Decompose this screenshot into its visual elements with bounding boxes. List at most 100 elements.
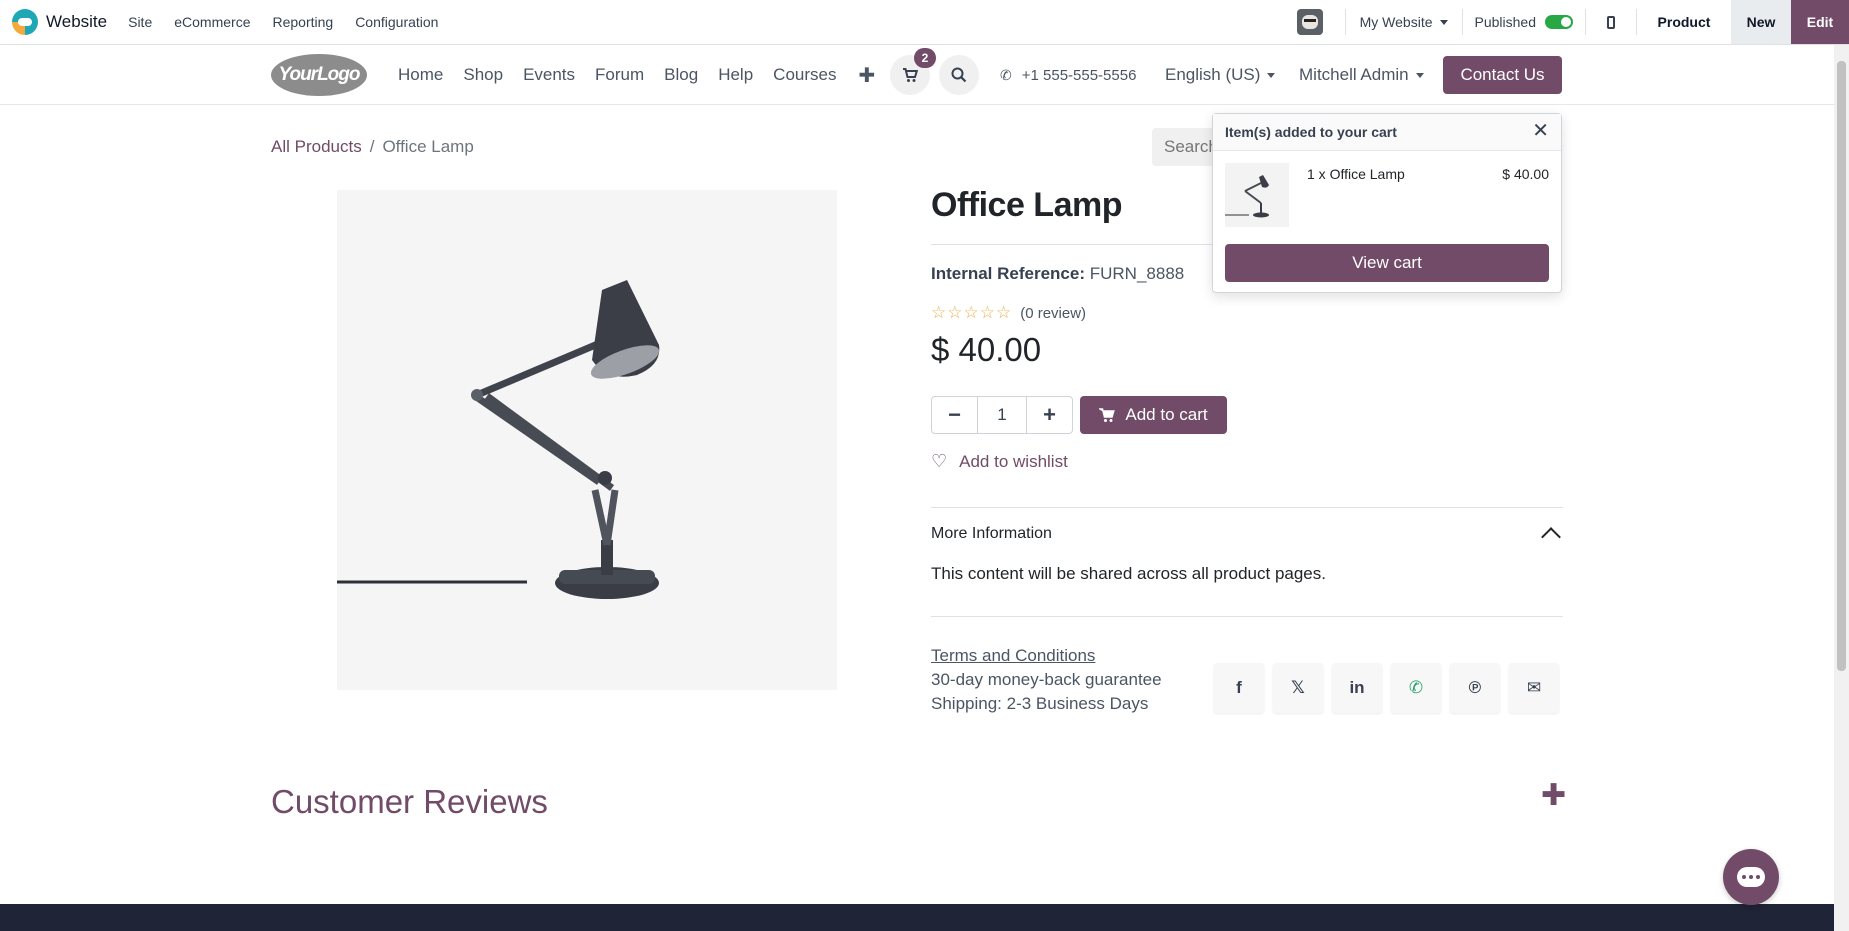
decrease-quantity-button[interactable]: − (932, 397, 977, 433)
increase-quantity-button[interactable]: + (1027, 397, 1072, 433)
website-switcher[interactable]: My Website (1346, 14, 1462, 30)
internal-reference: Internal Reference: FURN_8888 (931, 264, 1184, 284)
view-cart-button[interactable]: View cart (1225, 244, 1549, 282)
caret-down-icon (1267, 72, 1276, 78)
user-avatar-icon[interactable] (1296, 9, 1323, 35)
product-price: $ 40.00 (931, 331, 1042, 368)
website-switcher-label: My Website (1359, 14, 1433, 30)
nav-phone[interactable]: ✆ +1 555-555-5556 (1000, 45, 1136, 105)
new-button[interactable]: New (1731, 0, 1791, 44)
website-navbar: YourLogo Home Shop Events Forum Blog Hel… (0, 45, 1834, 105)
search-button[interactable] (939, 55, 979, 95)
cart-added-popover: Item(s) added to your cart ✕ 1 x Office … (1212, 113, 1562, 293)
cart-icon (1099, 407, 1116, 422)
chevron-up-icon[interactable] (1541, 527, 1561, 547)
live-chat-button[interactable] (1723, 849, 1779, 905)
product-image (337, 190, 837, 690)
star-rating-icon: ☆☆☆☆☆ (931, 303, 1013, 322)
admin-menu: Site eCommerce Reporting Configuration (117, 14, 449, 30)
search-icon (951, 67, 967, 83)
whatsapp-icon[interactable]: ✆ (1391, 663, 1441, 713)
published-label: Published (1474, 14, 1537, 30)
office-lamp-thumbnail (1225, 175, 1269, 218)
office-lamp-image (337, 280, 660, 599)
site-logo[interactable]: YourLogo (271, 54, 367, 96)
add-menu-plus-icon[interactable]: ✚ (846, 63, 885, 88)
nav-shop[interactable]: Shop (453, 65, 513, 85)
review-count: (0 review) (1020, 304, 1087, 322)
linkedin-icon[interactable]: in (1332, 663, 1382, 713)
terms-and-conditions-link[interactable]: Terms and Conditions (931, 644, 1162, 668)
caret-down-icon (1415, 72, 1424, 78)
breadcrumb-separator: / (369, 137, 375, 156)
mobile-icon (1607, 15, 1615, 29)
nav-help[interactable]: Help (708, 65, 763, 85)
menu-configuration[interactable]: Configuration (344, 14, 449, 30)
x-icon[interactable]: 𝕏 (1273, 663, 1323, 713)
product-rating[interactable]: ☆☆☆☆☆ (0 review) (931, 303, 1086, 323)
add-to-cart-label: Add to cart (1125, 405, 1208, 424)
breadcrumb-all-products[interactable]: All Products (271, 137, 362, 156)
menu-reporting[interactable]: Reporting (261, 14, 344, 30)
internal-reference-label: Internal Reference: (931, 264, 1085, 283)
divider (931, 616, 1563, 617)
language-label: English (US) (1165, 65, 1261, 84)
caret-down-icon (1439, 19, 1448, 25)
quantity-input[interactable]: 1 (977, 397, 1027, 433)
scrollbar-thumb[interactable] (1837, 61, 1846, 671)
product-terms: Terms and Conditions 30-day money-back g… (931, 644, 1162, 716)
nav-home[interactable]: Home (388, 65, 453, 85)
product-title: Office Lamp (931, 186, 1122, 224)
page-scrollbar[interactable] (1834, 45, 1849, 931)
more-information-header[interactable]: More Information (931, 525, 1052, 543)
toggle-switch-icon[interactable] (1545, 15, 1573, 29)
add-to-wishlist-link[interactable]: ♡ Add to wishlist (931, 451, 1068, 472)
cart-count-badge: 2 (914, 48, 936, 68)
heart-icon: ♡ (931, 451, 948, 471)
product-button[interactable]: Product (1637, 0, 1731, 44)
contact-us-button[interactable]: Contact Us (1443, 56, 1562, 94)
shared-content-text: This content will be shared across all p… (931, 564, 1326, 583)
nav-blog[interactable]: Blog (654, 65, 708, 85)
nav-links: Home Shop Events Forum Blog Help Courses… (388, 45, 885, 105)
menu-ecommerce[interactable]: eCommerce (163, 14, 261, 30)
wishlist-label: Add to wishlist (959, 451, 1068, 471)
chat-icon (1737, 867, 1765, 887)
breadcrumb: All Products / Office Lamp (271, 137, 474, 157)
admin-right-controls: My Website Published Product New Edit (1296, 0, 1849, 44)
admin-topbar: Website Site eCommerce Reporting Configu… (0, 0, 1849, 45)
email-icon[interactable]: ✉ (1509, 663, 1559, 713)
app-brand[interactable]: Website (12, 9, 107, 35)
pinterest-icon[interactable]: ℗ (1450, 663, 1500, 713)
published-toggle[interactable]: Published (1463, 14, 1586, 30)
cart-icon (903, 67, 918, 82)
cart-item-thumbnail (1225, 163, 1289, 227)
language-selector[interactable]: English (US) (1165, 45, 1276, 105)
menu-site[interactable]: Site (117, 14, 163, 30)
footer (0, 904, 1834, 931)
nav-forum[interactable]: Forum (585, 65, 654, 85)
customer-reviews-heading: Customer Reviews (271, 783, 548, 820)
expand-reviews-plus-icon[interactable]: ✚ (1541, 778, 1566, 813)
cart-line-price: $ 40.00 (1502, 166, 1549, 182)
popover-title: Item(s) added to your cart (1213, 114, 1561, 151)
add-to-cart-button[interactable]: Add to cart (1080, 396, 1227, 434)
minus-icon: − (948, 402, 961, 427)
nav-courses[interactable]: Courses (763, 65, 846, 85)
breadcrumb-current: Office Lamp (382, 137, 474, 156)
phone-number: +1 555-555-5556 (1021, 66, 1137, 84)
website-app-icon (12, 9, 38, 35)
app-name: Website (46, 12, 108, 31)
mobile-preview-button[interactable] (1586, 15, 1636, 29)
close-icon[interactable]: ✕ (1532, 121, 1549, 141)
divider (931, 244, 1231, 245)
cart-line-text: 1 x Office Lamp (1307, 166, 1405, 182)
edit-button[interactable]: Edit (1791, 0, 1849, 44)
facebook-icon[interactable]: f (1214, 663, 1264, 713)
social-share-buttons: f 𝕏 in ✆ ℗ ✉ (1214, 663, 1568, 713)
user-menu[interactable]: Mitchell Admin (1299, 45, 1424, 105)
cart-button[interactable]: 2 (890, 48, 936, 95)
page-root: Website Site eCommerce Reporting Configu… (0, 0, 1849, 931)
nav-events[interactable]: Events (513, 65, 585, 85)
internal-reference-value: FURN_8888 (1089, 264, 1185, 283)
